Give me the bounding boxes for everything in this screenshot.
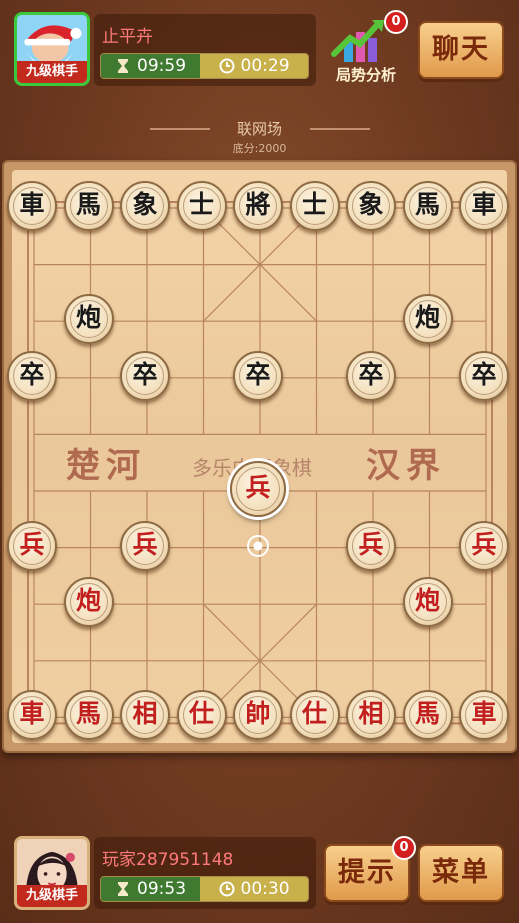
- analysis-badge: 0: [384, 10, 408, 34]
- opponent-timers: 09:59 00:29: [100, 53, 309, 79]
- red-piece[interactable]: 仕: [289, 690, 340, 741]
- red-piece[interactable]: 兵: [230, 461, 286, 517]
- analysis-label: 局势分析: [335, 66, 396, 84]
- river-right-text: 汉界: [366, 446, 446, 486]
- black-piece[interactable]: 炮: [402, 294, 453, 345]
- hourglass-icon: [118, 59, 129, 73]
- black-piece[interactable]: 象: [120, 181, 170, 231]
- black-piece[interactable]: 車: [459, 181, 509, 231]
- red-piece[interactable]: 馬: [63, 690, 114, 741]
- black-piece[interactable]: 炮: [63, 294, 114, 345]
- red-piece[interactable]: 兵: [459, 520, 509, 571]
- black-piece[interactable]: 卒: [7, 350, 57, 401]
- red-piece[interactable]: 炮: [63, 577, 114, 628]
- black-piece[interactable]: 卒: [233, 350, 283, 401]
- chess-board[interactable]: 楚河 多乐中国象棋 汉界: [2, 160, 517, 753]
- black-piece[interactable]: 車: [7, 181, 57, 231]
- last-move-marker: [247, 534, 269, 557]
- player-avatar[interactable]: 九级棋手: [14, 836, 90, 910]
- black-piece[interactable]: 卒: [120, 350, 170, 401]
- black-piece[interactable]: 卒: [459, 350, 509, 401]
- player-total-timer: 09:53: [101, 877, 201, 901]
- room-name: 联网场: [236, 120, 282, 138]
- red-piece[interactable]: 馬: [402, 690, 453, 741]
- red-piece[interactable]: 仕: [176, 690, 227, 741]
- opponent-rank: 九级棋手: [17, 61, 87, 83]
- analysis-button[interactable]: 0 局势分析: [322, 10, 410, 84]
- red-piece[interactable]: 兵: [120, 520, 170, 571]
- hint-badge: 0: [392, 836, 416, 860]
- menu-button[interactable]: 菜单: [418, 844, 504, 902]
- hourglass-icon: [118, 882, 129, 896]
- player-name: 玩家287951148: [102, 850, 234, 870]
- opponent-info-panel: 止平卉 09:59 00:29: [94, 14, 316, 86]
- red-piece[interactable]: 兵: [7, 520, 57, 571]
- black-piece[interactable]: 象: [346, 181, 396, 231]
- black-piece[interactable]: 將: [233, 181, 283, 231]
- opponent-total-time: 09:59: [137, 56, 187, 76]
- black-piece[interactable]: 馬: [402, 181, 453, 231]
- chat-button[interactable]: 聊天: [418, 21, 504, 79]
- black-piece[interactable]: 馬: [63, 181, 114, 231]
- clock-icon: [219, 58, 235, 74]
- player-step-timer: 00:30: [200, 877, 308, 901]
- red-piece[interactable]: 炮: [402, 577, 453, 628]
- room-base-score: 底分:2000: [232, 142, 287, 155]
- player-timers: 09:53 00:30: [100, 876, 309, 902]
- clock-icon: [219, 881, 235, 897]
- player-total-time: 09:53: [137, 879, 187, 899]
- opponent-avatar[interactable]: 九级棋手: [14, 12, 90, 86]
- red-piece[interactable]: 兵: [346, 520, 396, 571]
- player-info-panel: 玩家287951148 09:53 00:30: [94, 837, 316, 909]
- opponent-step-timer: 00:29: [200, 54, 308, 78]
- opponent-total-timer: 09:59: [101, 54, 201, 78]
- opponent-name: 止平卉: [102, 27, 153, 47]
- player-step-time: 00:30: [240, 879, 290, 899]
- river-left-text: 楚河: [66, 446, 146, 486]
- player-rank: 九级棋手: [17, 885, 87, 907]
- black-piece[interactable]: 士: [289, 181, 340, 231]
- opponent-step-time: 00:29: [240, 56, 290, 76]
- black-piece[interactable]: 士: [176, 181, 227, 231]
- black-piece[interactable]: 卒: [346, 350, 396, 401]
- room-info: 联网场 底分:2000: [0, 118, 519, 156]
